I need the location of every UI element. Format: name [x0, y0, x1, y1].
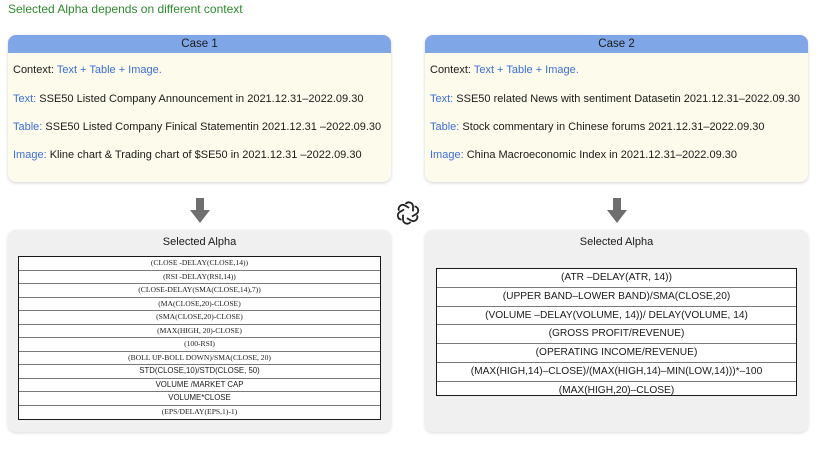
alpha-item: (EPS/DELAY(EPS,1)-1) — [161, 406, 238, 416]
case-2-table-row: Table: Stock commentary in Chinese forum… — [430, 121, 804, 133]
alpha-item: (UPPER BAND–LOWER BAND)/SMA(CLOSE,20) — [437, 288, 796, 307]
alpha-list: (ATR –DELAY(ATR, 14)) (UPPER BAND–LOWER … — [436, 268, 797, 396]
table-value: Stock commentary in Chinese forums 2021.… — [462, 121, 765, 133]
text-value: SSE50 Listed Company Announcement in 202… — [39, 93, 364, 105]
alpha-item: (GROSS PROFIT/REVENUE) — [437, 325, 796, 345]
text-value: SSE50 related News with sentiment Datase… — [456, 93, 800, 105]
image-label: Image: — [13, 149, 47, 161]
alpha-list: (CLOSE -DELAY(CLOSE,14)) (RSI -DELAY(RSI… — [18, 256, 381, 420]
case-1-table-row: Table: SSE50 Listed Company Finical Stat… — [13, 121, 387, 133]
alpha-item: (MAX(HIGH,14)–CLOSE)/(MAX(HIGH,14)–MIN(L… — [437, 363, 796, 382]
case-2-card: Case 2 Context: Text + Table + Image. Te… — [425, 35, 808, 182]
openai-logo-icon — [396, 201, 420, 225]
image-label: Image: — [430, 149, 464, 161]
alpha-item: VOLUME*CLOSE — [19, 392, 380, 406]
text-label: Text: — [430, 93, 454, 105]
text-label: Text: — [13, 93, 37, 105]
figure-title: Selected Alpha depends on different cont… — [8, 2, 243, 16]
case-1-image-row: Image: Kline chart & Trading chart of $S… — [13, 149, 387, 161]
case-2-text-row: Text: SSE50 related News with sentiment … — [430, 93, 804, 105]
alpha-item: (MA(CLOSE,20)-CLOSE) — [19, 298, 380, 311]
case-2-image-row: Image: China Macroeconomic Index in 2021… — [430, 149, 804, 161]
alpha-item: VOLUME /MARKET CAP — [19, 379, 380, 392]
alpha-item: (CLOSE -DELAY(CLOSE,14)) — [19, 257, 380, 271]
alpha-item: (BOLL UP-BOLL DOWN)/SMA(CLOSE, 20) — [19, 352, 380, 365]
alpha-item: (MAX(HIGH,20)–CLOSE) — [558, 384, 675, 396]
table-label: Table: — [430, 121, 460, 133]
alpha-item: STD(CLOSE,10)/STD(CLOSE, 50) — [19, 365, 380, 379]
context-value: Text + Table + Image. — [473, 64, 579, 76]
table-label: Table: — [13, 121, 43, 133]
alpha-item: (VOLUME –DELAY(VOLUME, 14))/ DELAY(VOLUM… — [437, 307, 796, 326]
context-label: Context: — [430, 64, 471, 76]
down-arrow-icon — [190, 198, 210, 223]
case-2-header: Case 2 — [425, 35, 808, 53]
image-value: Kline chart & Trading chart of $SE50 in … — [49, 149, 362, 161]
down-arrow-icon — [607, 198, 627, 223]
case-2-context-row: Context: Text + Table + Image. — [430, 64, 804, 76]
case-1-text-row: Text: SSE50 Listed Company Announcement … — [13, 93, 387, 105]
case-1-context-row: Context: Text + Table + Image. — [13, 64, 387, 76]
panel-title: Selected Alpha — [579, 236, 654, 248]
alpha-item: (ATR –DELAY(ATR, 14)) — [437, 269, 796, 288]
alpha-item: (SMA(CLOSE,20)-CLOSE) — [19, 311, 380, 325]
alpha-item: (CLOSE-DELAY(SMA(CLOSE,14),7)) — [19, 284, 380, 298]
alpha-item: (MAX(HIGH, 20)-CLOSE) — [19, 325, 380, 338]
image-value: China Macroeconomic Index in 2021.12.31–… — [466, 149, 738, 161]
alpha-item: (100-RSI) — [19, 338, 380, 352]
selected-alpha-panel-1: Selected Alpha (CLOSE -DELAY(CLOSE,14)) … — [8, 230, 391, 432]
context-value: Text + Table + Image. — [56, 64, 162, 76]
selected-alpha-panel-2: Selected Alpha (ATR –DELAY(ATR, 14)) (UP… — [425, 230, 808, 432]
case-1-card: Case 1 Context: Text + Table + Image. Te… — [8, 35, 391, 182]
table-value: SSE50 Listed Company Finical Statementin… — [45, 121, 382, 133]
case-1-header: Case 1 — [8, 35, 391, 53]
alpha-item: (RSI -DELAY(RSI,14)) — [19, 271, 380, 284]
context-label: Context: — [13, 64, 54, 76]
panel-title: Selected Alpha — [162, 236, 237, 248]
alpha-item: (OPERATING INCOME/REVENUE) — [437, 344, 796, 363]
